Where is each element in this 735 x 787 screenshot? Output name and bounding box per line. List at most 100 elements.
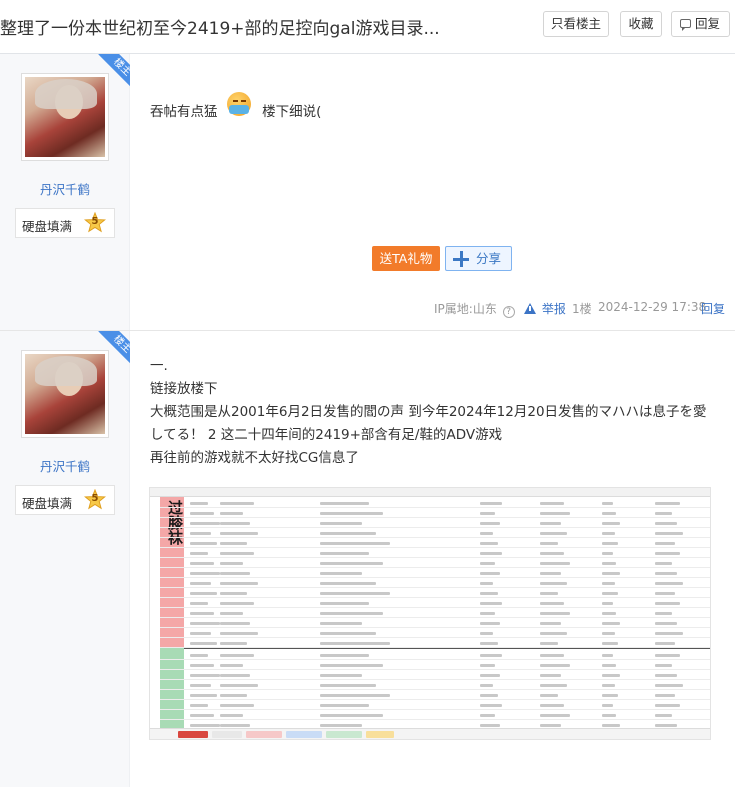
sheet-cell: [602, 512, 617, 515]
sheet-cell: [540, 664, 570, 667]
sheet-cell: [602, 542, 619, 545]
sheet-cell: [220, 642, 247, 645]
sheet-row-line: [160, 617, 710, 618]
sheet-cell: [480, 654, 502, 657]
sheet-cell: [480, 542, 498, 545]
sheet-cell: [220, 622, 251, 625]
post-text-before: 吞帖有点猛: [150, 104, 218, 120]
avatar[interactable]: [21, 350, 109, 438]
username[interactable]: 丹沢千鹤: [0, 179, 130, 198]
sheet-cell: [602, 572, 620, 575]
sheet-cell: [540, 582, 567, 585]
ip-location: IP属地:山东 ?: [434, 300, 515, 318]
avatar[interactable]: [21, 73, 109, 161]
sheet-cell: [540, 654, 564, 657]
sheet-cell: [320, 522, 362, 525]
sheet-tab[interactable]: [246, 731, 282, 738]
sheet-cell: [480, 622, 500, 625]
sheet-cell: [320, 532, 376, 535]
sheet-row-line: [160, 719, 710, 720]
question-icon[interactable]: ?: [502, 306, 515, 318]
post-line: 再往前的游戏就不太好找CG信息了: [150, 450, 359, 466]
level-number: 5: [91, 493, 99, 504]
sheet-cell: [480, 694, 498, 697]
sheet-cell: [190, 502, 208, 505]
sheet-cell: [320, 502, 369, 505]
sheet-cell: [655, 502, 681, 505]
sheet-cell: [220, 714, 243, 717]
report-link[interactable]: 举报: [524, 300, 566, 317]
post-floor-2: 楼主 丹沢千鹤 硬盘填满 5 一. 链接放楼下 大概范围是从2001年6月2日发…: [0, 331, 735, 787]
sheet-cell: [320, 582, 376, 585]
sheet-cell: [190, 724, 220, 727]
sheet-cell: [220, 654, 255, 657]
sheet-tab[interactable]: [286, 731, 322, 738]
sheet-row-line: [160, 597, 710, 598]
sheet-row-line: [160, 647, 710, 648]
sheet-cell: [480, 674, 500, 677]
sheet-cell: [602, 582, 615, 585]
thread-title: 整理了一份本世纪初至今2419+部的足控向gal游戏目录...: [0, 19, 440, 39]
author-sidebar: 楼主 丹沢千鹤 硬盘填满 5: [0, 331, 130, 787]
sheet-row-line: [160, 689, 710, 690]
post-line: 一.: [150, 358, 168, 374]
level-badge[interactable]: 硬盘填满 5: [15, 208, 115, 238]
sheet-tab-bar: [150, 728, 710, 739]
sheet-cell: [320, 632, 376, 635]
send-gift-button[interactable]: 送TA礼物: [372, 246, 440, 271]
sheet-cell: [190, 522, 220, 525]
sheet-cell: [320, 542, 390, 545]
sheet-cell: [190, 552, 208, 555]
sheet-cell: [540, 642, 558, 645]
only-op-button[interactable]: 只看楼主: [543, 11, 609, 37]
sheet-cell: [655, 674, 678, 677]
sheet-cell: [602, 602, 613, 605]
plus-share-icon: [453, 251, 469, 267]
sheet-cell: [480, 642, 498, 645]
sheet-column-header: [150, 488, 710, 497]
sheet-cell: [540, 532, 567, 535]
sheet-cell: [602, 612, 617, 615]
sheet-cell: [540, 502, 564, 505]
sheet-cell: [602, 664, 617, 667]
sheet-cell: [320, 654, 369, 657]
sheet-cell: [190, 602, 208, 605]
sheet-cell: [220, 542, 247, 545]
sheet-cell: [320, 552, 369, 555]
sheet-cell: [540, 632, 567, 635]
level-title: 硬盘填满: [22, 496, 73, 511]
sheet-tab[interactable]: [178, 731, 208, 738]
level-badge[interactable]: 硬盘填满 5: [15, 485, 115, 515]
sheet-cell: [655, 632, 683, 635]
sheet-tab[interactable]: [326, 731, 362, 738]
sheet-cell: [602, 654, 613, 657]
reply-bubble-icon: [680, 19, 691, 31]
sheet-cell: [320, 612, 383, 615]
sheet-cell: [220, 572, 251, 575]
sheet-cell: [602, 724, 620, 727]
sheet-cell: [190, 572, 220, 575]
favorite-button[interactable]: 收藏: [620, 11, 662, 37]
sheet-cell: [655, 612, 672, 615]
sheet-cell: [602, 714, 617, 717]
sheet-row-line: [160, 557, 710, 558]
sheet-cell: [655, 694, 675, 697]
reply-button[interactable]: 回复: [671, 11, 730, 37]
sheet-cell: [220, 674, 251, 677]
sheet-cell: [655, 582, 683, 585]
sheet-cell: [190, 582, 211, 585]
username[interactable]: 丹沢千鹤: [0, 456, 130, 475]
sheet-cell: [655, 714, 672, 717]
sheet-tab[interactable]: [212, 731, 242, 738]
sheet-cell: [220, 522, 251, 525]
spreadsheet-image[interactable]: 过膝袜: [149, 487, 711, 740]
sheet-tab[interactable]: [366, 731, 394, 738]
reply-link[interactable]: 回复: [701, 300, 725, 317]
sheet-cell: [190, 642, 217, 645]
sheet-cell: [190, 654, 208, 657]
sheet-row-line: [160, 517, 710, 518]
sheet-cell: [655, 542, 675, 545]
sheet-cell: [220, 664, 243, 667]
share-button[interactable]: 分享: [445, 246, 512, 271]
sheet-cell: [190, 704, 208, 707]
